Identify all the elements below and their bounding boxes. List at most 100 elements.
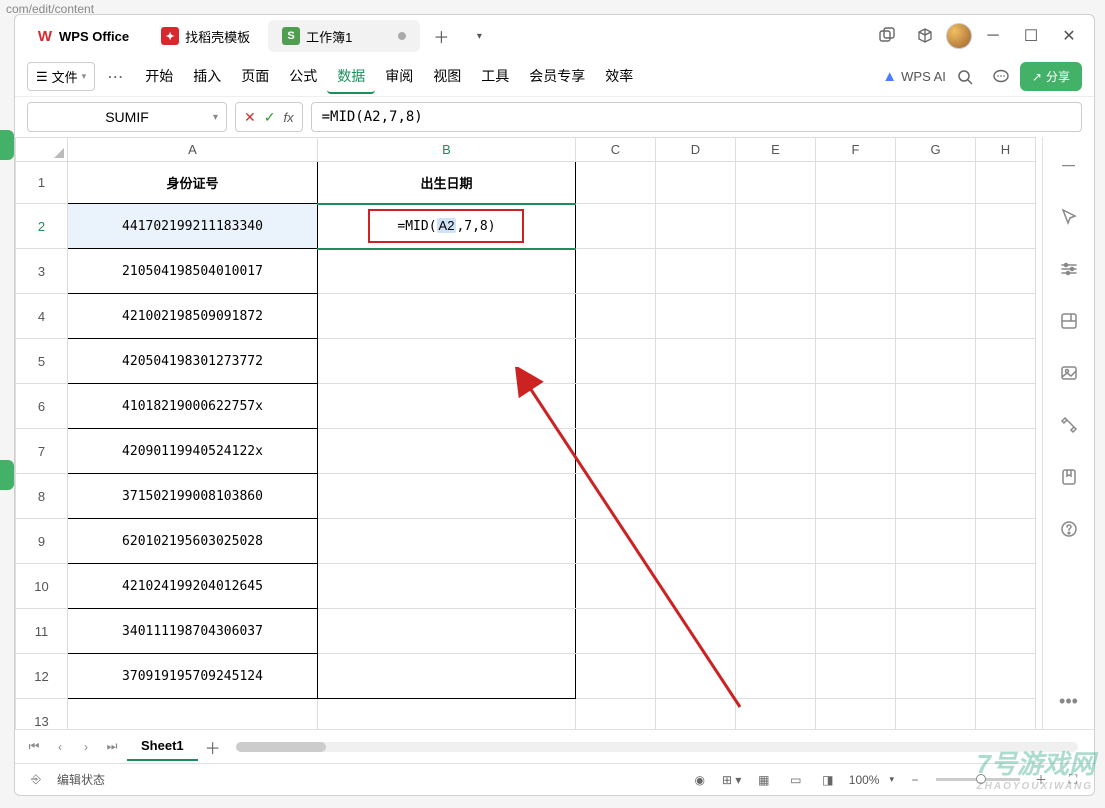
col-header-F[interactable]: F (816, 138, 896, 162)
row-header-9[interactable]: 9 (16, 519, 68, 564)
help-icon[interactable] (1057, 517, 1081, 541)
chat-icon[interactable] (984, 60, 1018, 94)
zoom-out-button[interactable]: − (904, 769, 926, 791)
cell-B4[interactable] (318, 294, 576, 339)
cell-E9[interactable] (736, 519, 816, 564)
cell-H3[interactable] (976, 249, 1036, 294)
row-header-2[interactable]: 2 (16, 204, 68, 249)
row-header-10[interactable]: 10 (16, 564, 68, 609)
zoom-slider[interactable] (936, 778, 1020, 781)
more-icon[interactable]: ••• (1057, 689, 1081, 713)
menu-插入[interactable]: 插入 (183, 60, 231, 94)
cube-icon[interactable] (908, 19, 942, 53)
cell-A11[interactable]: 340111198704306037 (68, 609, 318, 654)
grid-view-icon[interactable]: ⊞ ▾ (721, 769, 743, 791)
row-header-4[interactable]: 4 (16, 294, 68, 339)
cell-F6[interactable] (816, 384, 896, 429)
view-eye-icon[interactable]: ◉ (689, 769, 711, 791)
cell-H8[interactable] (976, 474, 1036, 519)
row-header-13[interactable]: 13 (16, 699, 68, 730)
cell-D9[interactable] (656, 519, 736, 564)
cell-G8[interactable] (896, 474, 976, 519)
tab-dropdown-button[interactable]: ▾ (462, 19, 496, 53)
normal-view-icon[interactable]: ▦ (753, 769, 775, 791)
row-header-1[interactable]: 1 (16, 162, 68, 204)
cell-B12[interactable] (318, 654, 576, 699)
cell-E8[interactable] (736, 474, 816, 519)
next-sheet-button[interactable]: › (75, 736, 97, 758)
col-header-B[interactable]: B (318, 138, 576, 162)
cell-A2[interactable]: 441702199211183340 (68, 204, 318, 249)
col-header-G[interactable]: G (896, 138, 976, 162)
menu-开始[interactable]: 开始 (135, 60, 183, 94)
cell-E5[interactable] (736, 339, 816, 384)
settings-icon[interactable] (1057, 257, 1081, 281)
fullscreen-icon[interactable]: ⛶ (1062, 769, 1084, 791)
cell-C6[interactable] (576, 384, 656, 429)
cell-E12[interactable] (736, 654, 816, 699)
last-sheet-button[interactable]: ⏭ (101, 736, 123, 758)
accept-formula-button[interactable]: ✓ (264, 109, 276, 126)
cell-C10[interactable] (576, 564, 656, 609)
cell-D2[interactable] (656, 204, 736, 249)
page-layout-icon[interactable]: ▭ (785, 769, 807, 791)
cell-F7[interactable] (816, 429, 896, 474)
cell-C5[interactable] (576, 339, 656, 384)
cell-B6[interactable] (318, 384, 576, 429)
cell-G7[interactable] (896, 429, 976, 474)
cell-G12[interactable] (896, 654, 976, 699)
menu-审阅[interactable]: 审阅 (375, 60, 423, 94)
cell-H11[interactable] (976, 609, 1036, 654)
cell-D1[interactable] (656, 162, 736, 204)
first-sheet-button[interactable]: ⏮ (23, 736, 45, 758)
cell-A4[interactable]: 421002198509091872 (68, 294, 318, 339)
col-header-E[interactable]: E (736, 138, 816, 162)
cell-G9[interactable] (896, 519, 976, 564)
collapse-panel-icon[interactable]: ─ (1057, 153, 1081, 177)
cell-C9[interactable] (576, 519, 656, 564)
col-header-A[interactable]: A (68, 138, 318, 162)
menu-效率[interactable]: 效率 (595, 60, 643, 94)
cell-G11[interactable] (896, 609, 976, 654)
tab-workbook[interactable]: S 工作簿1 (268, 20, 420, 52)
cell-E3[interactable] (736, 249, 816, 294)
cell-C11[interactable] (576, 609, 656, 654)
cell-H6[interactable] (976, 384, 1036, 429)
row-header-11[interactable]: 11 (16, 609, 68, 654)
select-all-corner[interactable] (16, 138, 68, 162)
cell-D11[interactable] (656, 609, 736, 654)
cell-C8[interactable] (576, 474, 656, 519)
cancel-formula-button[interactable]: ✕ (244, 109, 256, 126)
menu-数据[interactable]: 数据 (327, 60, 375, 94)
cell-A8[interactable]: 371502199008103860 (68, 474, 318, 519)
cell-F8[interactable] (816, 474, 896, 519)
row-header-12[interactable]: 12 (16, 654, 68, 699)
cell-C7[interactable] (576, 429, 656, 474)
share-button[interactable]: ↗ 分享 (1020, 62, 1082, 91)
cell-A10[interactable]: 421024199204012645 (68, 564, 318, 609)
cell-E6[interactable] (736, 384, 816, 429)
cell-C1[interactable] (576, 162, 656, 204)
cell-H1[interactable] (976, 162, 1036, 204)
cell-B3[interactable] (318, 249, 576, 294)
cell-D10[interactable] (656, 564, 736, 609)
cell-B13[interactable] (318, 699, 576, 730)
cell-F12[interactable] (816, 654, 896, 699)
cell-E11[interactable] (736, 609, 816, 654)
cell-A3[interactable]: 210504198504010017 (68, 249, 318, 294)
cell-A13[interactable] (68, 699, 318, 730)
cell-C3[interactable] (576, 249, 656, 294)
add-sheet-button[interactable]: ＋ (202, 736, 224, 758)
zoom-in-button[interactable]: ＋ (1030, 769, 1052, 791)
cell-H9[interactable] (976, 519, 1036, 564)
cell-G5[interactable] (896, 339, 976, 384)
cell-G10[interactable] (896, 564, 976, 609)
cell-F2[interactable] (816, 204, 896, 249)
new-tab-button[interactable]: ＋ (424, 19, 458, 53)
cell-H4[interactable] (976, 294, 1036, 339)
cell-F11[interactable] (816, 609, 896, 654)
fx-icon[interactable]: fx (283, 110, 293, 125)
cell-F4[interactable] (816, 294, 896, 339)
bookmark-icon[interactable] (1057, 465, 1081, 489)
formula-input[interactable] (311, 102, 1082, 132)
